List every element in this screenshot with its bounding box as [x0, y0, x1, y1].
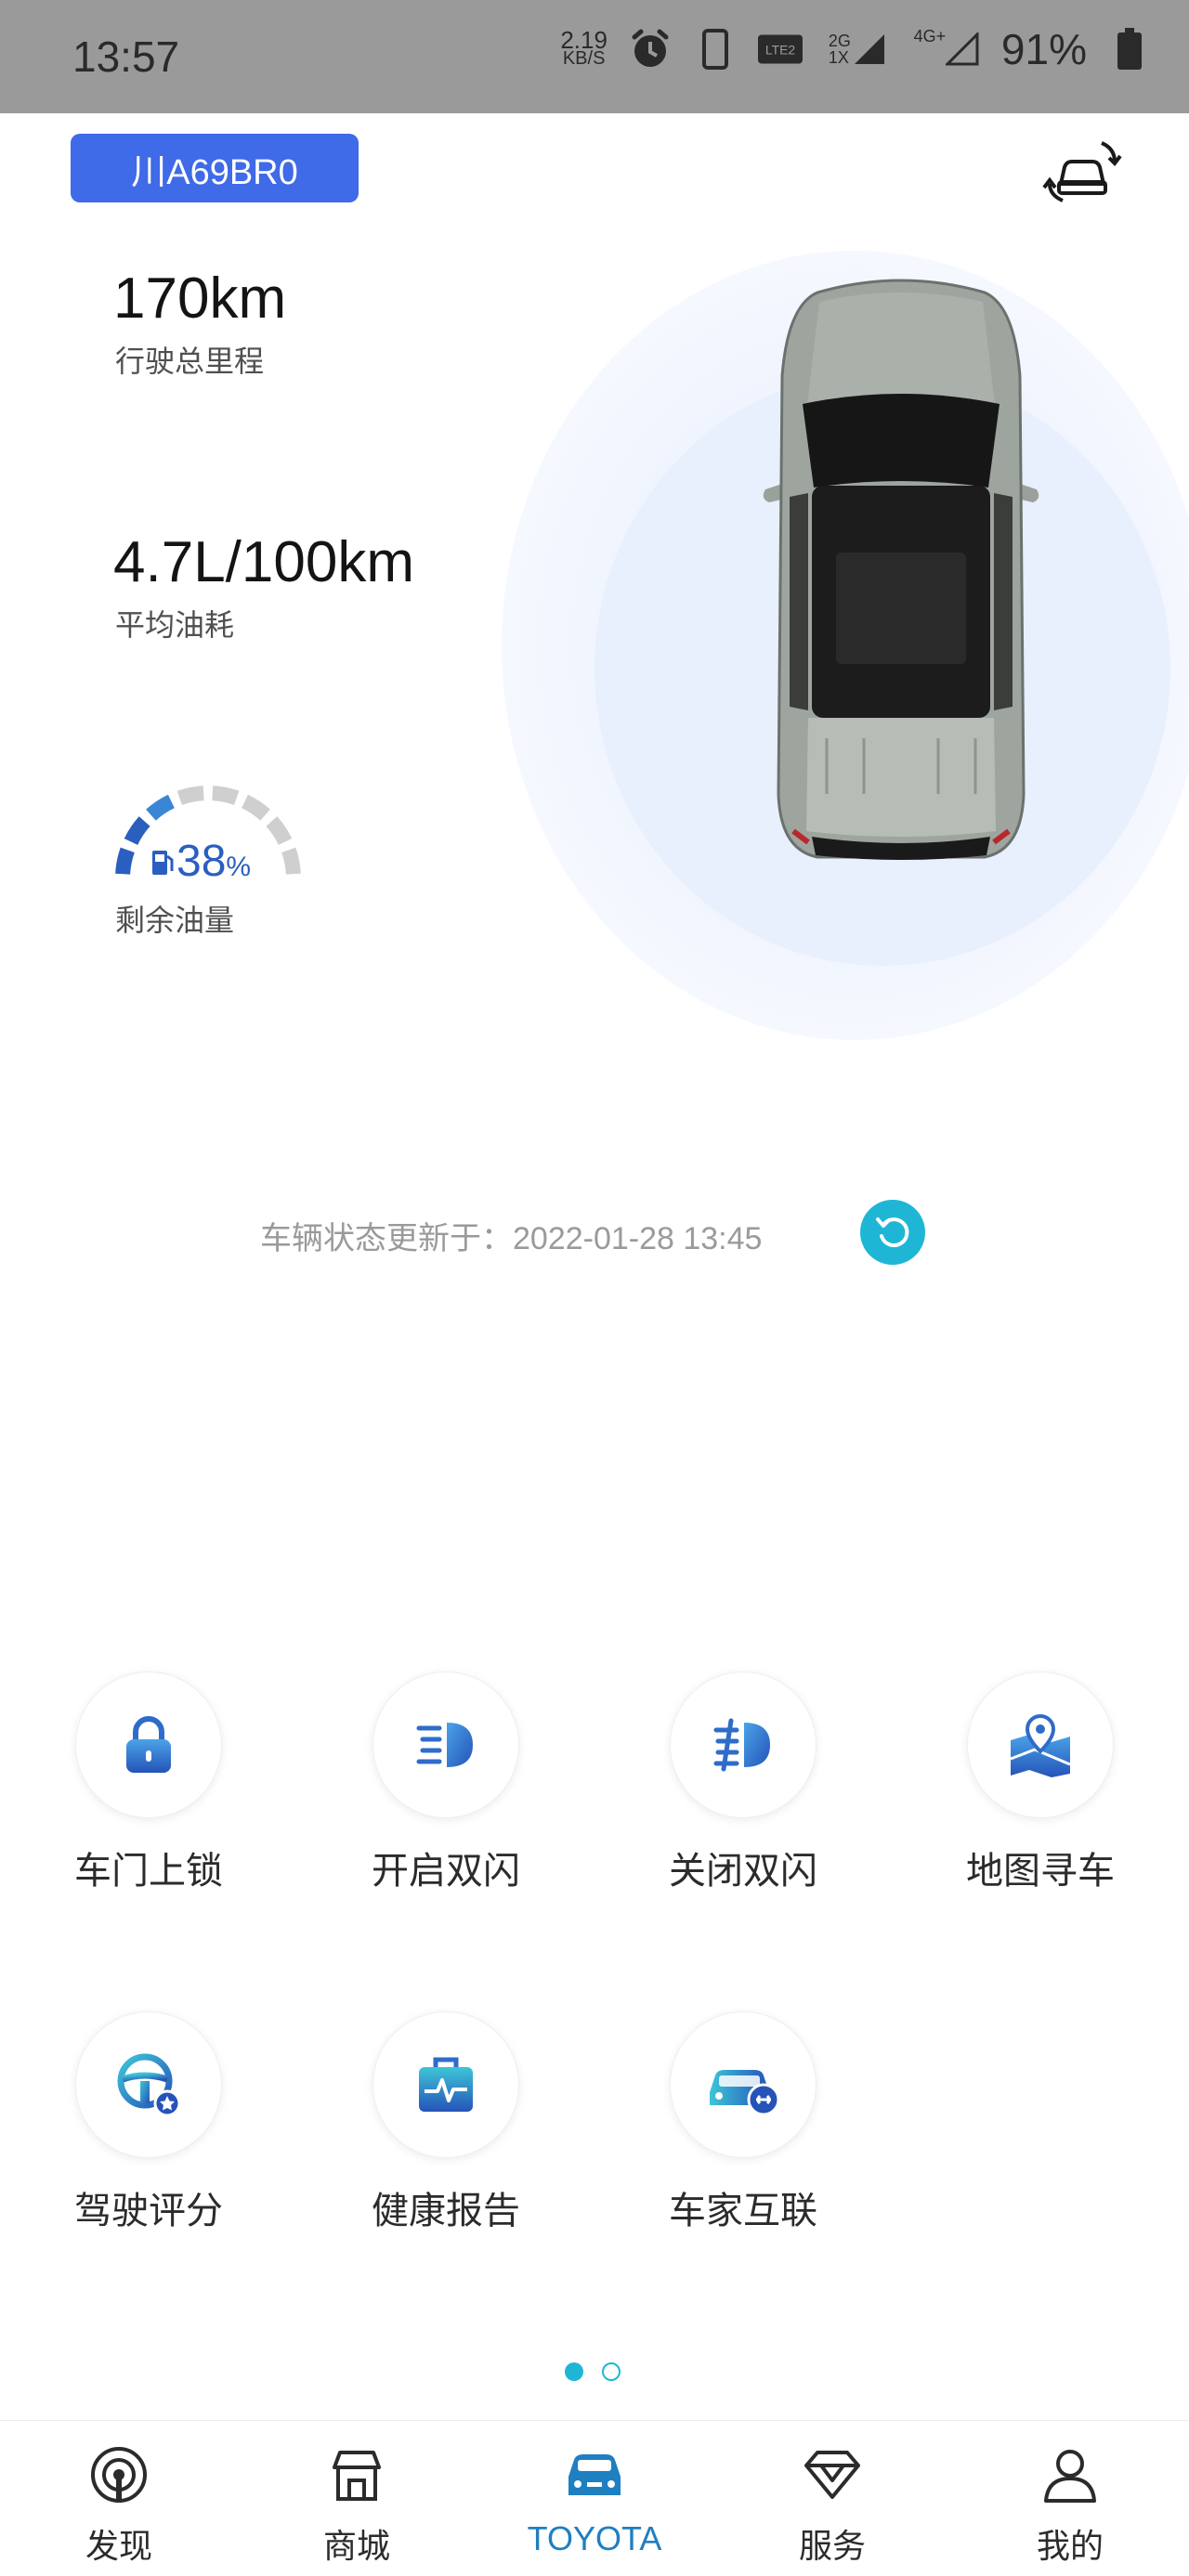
fuel-gauge-segment [146, 794, 176, 821]
car-home-link-label: 车家互联 [669, 2191, 817, 2231]
function-hazard-off[interactable]: 关闭双闪 [632, 1672, 855, 1894]
status-time: 13:57 [72, 33, 180, 81]
nav-profile[interactable]: 我的 [977, 2421, 1163, 2576]
hazard-on-icon [416, 1723, 473, 1767]
health-report-icon [419, 2057, 473, 2112]
status-icons: 2.19 KB/S LTE2 2G 1X 4G+ 91% [560, 24, 1152, 74]
car-link-icon [710, 2070, 780, 2114]
nav-toyota[interactable]: TOYOTA [502, 2421, 687, 2576]
nav-service[interactable]: 服务 [739, 2421, 925, 2576]
fuel-gauge-segment [241, 794, 270, 821]
fuel-gauge-segment [115, 847, 135, 875]
hazard-off-label: 关闭双闪 [669, 1851, 817, 1892]
profile-icon [1044, 2450, 1096, 2503]
fuel-gauge-segment [266, 816, 293, 846]
nav-store-label: 商城 [322, 2527, 390, 2565]
pager-dot-active[interactable] [565, 2362, 583, 2381]
status-bar: 13:57 2.19 KB/S LTE2 2G 1X 4G+ 91% [0, 0, 1189, 113]
battery-percent: 91% [1000, 25, 1087, 73]
steering-wheel-icon [117, 2053, 181, 2117]
battery-icon [1107, 27, 1152, 72]
alarm-icon [628, 27, 673, 72]
car-image [752, 274, 1050, 868]
hazard-off-icon [713, 1718, 770, 1772]
nav-discover-label: 发现 [85, 2527, 152, 2565]
fuel-level-value: 38% [176, 837, 252, 886]
bottom-nav: 发现 商城 TOYOTA 服务 我的 [0, 2420, 1189, 2576]
find-car-label: 地图寻车 [966, 1851, 1115, 1892]
car-icon [568, 2454, 621, 2495]
signal-2-icon: 4G+ [912, 27, 981, 72]
lock-icon [126, 1716, 171, 1773]
health-report-label: 健康报告 [372, 2191, 520, 2231]
fuel-gauge-segment [281, 847, 301, 875]
signal-1-icon: 2G 1X [823, 27, 892, 72]
function-lock-doors[interactable]: 车门上锁 [37, 1672, 260, 1894]
nav-store[interactable]: 商城 [264, 2421, 450, 2576]
hazard-on-button[interactable] [372, 1672, 519, 1818]
nav-discover[interactable]: 发现 [26, 2421, 212, 2576]
health-report-button[interactable] [372, 2011, 519, 2158]
function-driving-score[interactable]: 驾驶评分 [37, 2011, 260, 2234]
function-hazard-on[interactable]: 开启双闪 [334, 1672, 557, 1894]
refresh-icon [876, 1217, 909, 1248]
mileage-value: 170km [113, 267, 287, 331]
lock-label: 车门上锁 [74, 1851, 223, 1892]
update-time-text: 车辆状态更新于：2022-01-28 13:45 [260, 1221, 763, 1256]
fuel-consumption-label: 平均油耗 [115, 608, 235, 642]
switch-car-icon[interactable] [1040, 130, 1124, 214]
volte-icon: LTE2 [757, 27, 803, 72]
hazard-on-label: 开启双闪 [372, 1851, 520, 1892]
driving-score-button[interactable] [75, 2011, 222, 2158]
mileage-label: 行驶总里程 [115, 345, 265, 378]
fuel-gauge-segment [212, 786, 240, 805]
diamond-icon [804, 2451, 860, 2499]
phone-icon [693, 27, 738, 72]
nav-toyota-label: TOYOTA [527, 2519, 662, 2557]
store-icon [333, 2451, 381, 2501]
fuel-level-label: 剩余油量 [115, 904, 235, 937]
lock-button[interactable] [75, 1672, 222, 1818]
find-car-button[interactable] [967, 1672, 1114, 1818]
nav-profile-label: 我的 [1036, 2527, 1104, 2565]
discover-icon [91, 2447, 147, 2503]
fuel-gauge-segment [176, 786, 204, 805]
license-plate-button[interactable]: 川A69BR0 [71, 134, 359, 202]
function-car-home-link[interactable]: 车家互联 [632, 2011, 855, 2234]
driving-score-label: 驾驶评分 [74, 2191, 223, 2231]
svg-text:LTE2: LTE2 [765, 42, 795, 57]
nav-service-label: 服务 [798, 2527, 866, 2565]
network-speed: 2.19 KB/S [560, 26, 608, 69]
car-home-link-button[interactable] [670, 2011, 817, 2158]
map-pin-icon [1010, 1713, 1071, 1777]
function-health-report[interactable]: 健康报告 [334, 2011, 557, 2234]
pager-dot[interactable] [602, 2362, 621, 2381]
hazard-off-button[interactable] [670, 1672, 817, 1818]
fuel-consumption-value: 4.7L/100km [113, 530, 414, 594]
fuel-gauge-segment [124, 816, 150, 846]
refresh-button[interactable] [860, 1200, 925, 1265]
fuel-pump-icon [150, 845, 175, 877]
function-find-car[interactable]: 地图寻车 [929, 1672, 1152, 1894]
